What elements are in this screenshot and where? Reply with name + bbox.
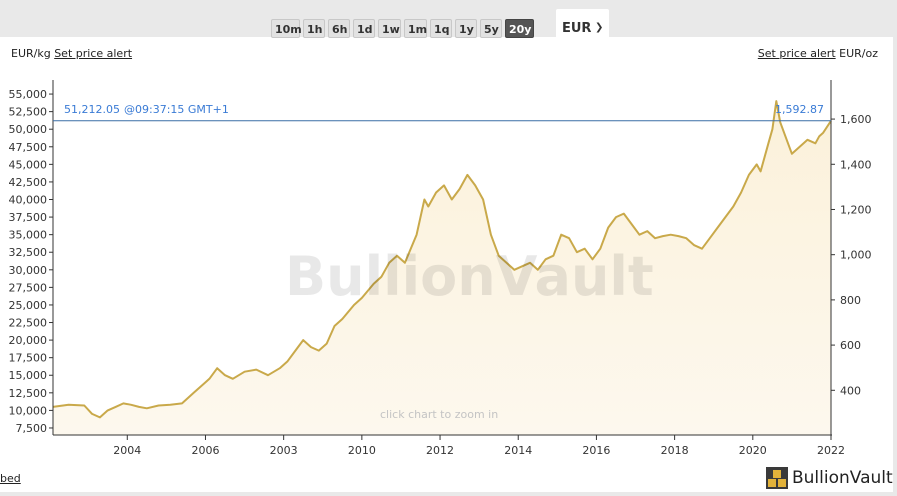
y-right-tick-label: 800 [840, 294, 861, 307]
x-tick-label: 2018 [661, 444, 689, 457]
x-tick-label: 2004 [113, 444, 141, 457]
y-left-tick-label: 15,000 [9, 369, 48, 382]
y-left-tick-label: 50,000 [9, 123, 48, 136]
bullionvault-logo-icon [766, 467, 788, 489]
y-left-tick-label: 45,000 [9, 158, 48, 171]
y-right-tick-label: 1,200 [840, 203, 872, 216]
bullionvault-brand[interactable]: BullionVault [766, 465, 893, 491]
y-right-tick-label: 1,600 [840, 113, 872, 126]
y-left-tick-label: 52,500 [9, 106, 48, 119]
x-tick-label: 2016 [582, 444, 610, 457]
y-left-tick-label: 20,000 [9, 334, 48, 347]
zoom-hint: click chart to zoom in [380, 408, 498, 421]
y-left-tick-label: 30,000 [9, 264, 48, 277]
y-right-tick-label: 1,400 [840, 158, 872, 171]
y-left-tick-label: 32,500 [9, 246, 48, 259]
y-left-tick-label: 40,000 [9, 194, 48, 207]
y-left-tick-label: 42,500 [9, 176, 48, 189]
x-tick-label: 2003 [270, 444, 298, 457]
y-left-tick-label: 27,500 [9, 281, 48, 294]
y-left-tick-label: 7,500 [16, 422, 48, 435]
y-left-tick-label: 22,500 [9, 317, 48, 330]
y-left-tick-label: 35,000 [9, 229, 48, 242]
y-left-tick-label: 17,500 [9, 352, 48, 365]
x-tick-label: 2020 [739, 444, 767, 457]
gold-price-chart[interactable]: BullionVault 7,500 10,000 12,500 15,000 17,5… [0, 0, 897, 496]
x-tick-label: 2012 [426, 444, 454, 457]
x-tick-label: 2006 [191, 444, 219, 457]
y-left-tick-label: 25,000 [9, 299, 48, 312]
x-tick-label: 2014 [504, 444, 532, 457]
current-time: @09:37:15 GMT+1 [124, 103, 229, 116]
current-price-kg: 51,212.05 [64, 103, 120, 116]
y-left-tick-label: 55,000 [9, 88, 48, 101]
chart-watermark: BullionVault [285, 245, 654, 308]
x-tick-label: 2010 [348, 444, 376, 457]
y-right-tick-label: 1,000 [840, 249, 872, 262]
y-left-tick-label: 12,500 [9, 387, 48, 400]
embed-link[interactable]: bed [0, 472, 21, 485]
y-left-tick-label: 37,500 [9, 211, 48, 224]
y-left-tick-label: 47,500 [9, 141, 48, 154]
y-right-tick-label: 400 [840, 384, 861, 397]
y-right-tick-label: 600 [840, 339, 861, 352]
current-price-oz: 1,592.87 [775, 103, 824, 116]
brand-name: BullionVault [792, 468, 893, 488]
y-left-tick-label: 10,000 [9, 404, 48, 417]
x-tick-label: 2022 [817, 444, 845, 457]
